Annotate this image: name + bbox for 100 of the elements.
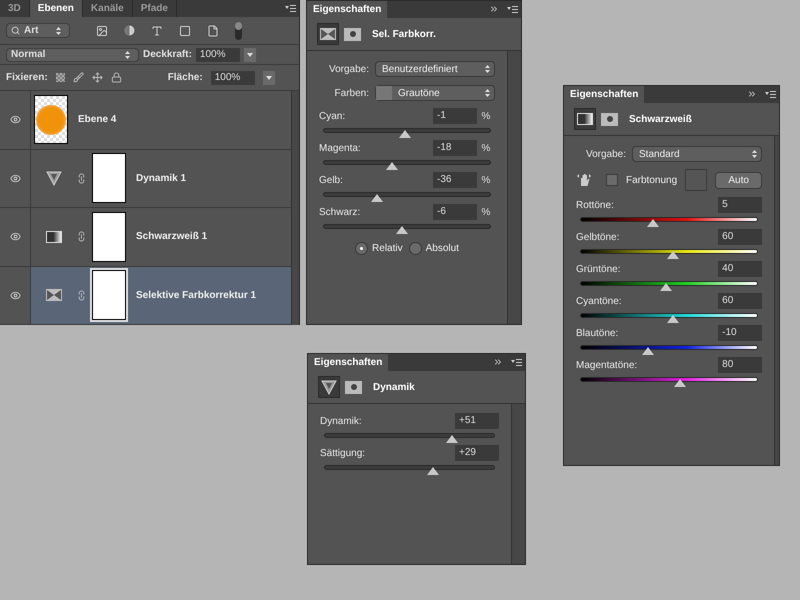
preset-dropdown[interactable]: Benutzerdefiniert [375,61,495,77]
filter-dropdown[interactable]: Art [6,23,70,38]
panel-tab[interactable]: Kanäle [82,0,133,17]
checkbox[interactable] [606,174,618,186]
value-field[interactable]: 80 [718,357,762,373]
hand-icon[interactable] [576,173,592,187]
value-field[interactable]: -36 [433,172,477,188]
mask-button[interactable] [345,380,362,394]
slider-thumb[interactable] [666,251,679,259]
opacity-field[interactable]: 100% [196,48,240,62]
link-icon[interactable] [76,172,87,184]
adjustment-button[interactable] [317,23,339,45]
value-field[interactable]: -10 [718,325,762,341]
tint-swatch[interactable] [685,169,708,191]
value-field[interactable]: -6 [433,204,477,220]
slider-thumb[interactable] [647,219,660,227]
slider-label: Cyan: [319,110,346,124]
lock-icon[interactable] [110,72,122,83]
slider-thumb[interactable] [427,467,440,475]
up-down-arrows-icon [752,150,758,158]
slider-thumb[interactable] [386,162,398,170]
document-icon[interactable] [207,24,219,36]
up-down-arrows-icon [125,50,130,58]
menu-icon[interactable] [511,359,522,366]
fill-field[interactable]: 100% [210,70,255,84]
layer-row[interactable]: Schwarzweiß 1 [0,208,291,266]
move-icon[interactable] [92,72,103,83]
value-field[interactable]: -18 [433,140,477,156]
slider-label: Dynamik: [320,414,363,428]
panel-tab[interactable]: Eigenschaften [308,354,388,371]
collapse-icon[interactable] [493,357,503,367]
triangle-icon [46,170,62,186]
slider-thumb[interactable] [399,130,412,138]
eye-icon[interactable] [10,172,20,184]
value-field[interactable]: 40 [718,261,762,277]
mask-button[interactable] [344,28,361,40]
checkerboard-icon[interactable] [56,73,65,82]
panel-tab[interactable]: Pfade [132,0,177,17]
scrollbar[interactable] [507,51,521,324]
up-down-arrows-icon [485,89,490,97]
link-icon[interactable] [76,290,87,301]
brush-icon[interactable] [72,72,84,83]
eye-icon[interactable] [10,114,20,126]
menu-icon[interactable] [765,91,776,98]
radio-button[interactable] [355,242,368,255]
collapse-icon[interactable] [747,89,757,99]
layer-name: Dynamik 1 [136,172,186,186]
menu-icon[interactable] [507,6,518,13]
adjustment-button[interactable] [574,108,596,130]
shape-icon[interactable] [179,24,191,36]
slider-thumb[interactable] [674,379,686,387]
eye-icon[interactable] [10,231,20,242]
collapse-icon[interactable] [489,4,499,14]
value-field[interactable]: 5 [718,197,762,213]
eye-icon[interactable] [10,290,20,301]
value-field[interactable]: +29 [455,445,499,461]
filter-toggle[interactable] [235,22,242,40]
value-field[interactable]: 60 [718,293,762,309]
auto-button[interactable]: Auto [715,172,762,188]
slider-label: Blautöne: [576,326,620,340]
layer-name: Schwarzweiß 1 [136,230,208,244]
half-circle-icon[interactable] [124,25,135,36]
panel-tab[interactable]: Eigenschaften [564,86,644,103]
scrollbar[interactable] [774,136,779,465]
adjustment-button[interactable] [318,376,340,398]
blend-mode-dropdown[interactable]: Normal [6,48,139,62]
value-field[interactable]: 60 [718,229,762,245]
panel-title: Dynamik [373,380,415,394]
scrollbar[interactable] [511,404,525,564]
dropdown-arrow-button[interactable] [262,70,275,84]
image-icon[interactable] [96,24,108,36]
layer-row[interactable]: Dynamik 1 [0,150,291,208]
panel-tab[interactable]: Eigenschaften [307,1,388,18]
slider-thumb[interactable] [660,283,672,291]
slider-thumb[interactable] [371,194,384,202]
preset-dropdown[interactable]: Standard [632,146,762,162]
text-icon[interactable] [151,24,163,36]
slider-thumb[interactable] [642,347,654,355]
half-square-icon [46,230,62,243]
colors-dropdown[interactable]: Grautöne [375,85,495,101]
percent-label: % [480,206,492,220]
mask-button[interactable] [601,112,618,126]
link-icon[interactable] [76,231,87,242]
dropdown-arrow-button[interactable] [244,48,256,62]
percent-label: % [480,110,492,124]
layer-row[interactable]: Ebene 4 [0,91,291,150]
value-field[interactable]: +51 [455,413,499,429]
slider-label: Magentatöne: [576,358,638,372]
layer-row[interactable]: Selektive Farbkorrektur 1 [0,266,291,325]
value-field[interactable]: -1 [433,108,477,124]
radio-button[interactable] [408,242,422,255]
slider-label: Magenta: [319,142,362,156]
slider-thumb[interactable] [666,315,679,323]
menu-icon[interactable] [285,5,296,12]
scrollbar[interactable] [291,91,299,325]
hourglass-icon [320,28,336,40]
slider-thumb[interactable] [396,226,408,234]
panel-tab[interactable]: Ebenen [30,0,83,17]
opacity-label: Deckkraft: [143,48,192,62]
slider-label: Sättigung: [320,446,366,460]
